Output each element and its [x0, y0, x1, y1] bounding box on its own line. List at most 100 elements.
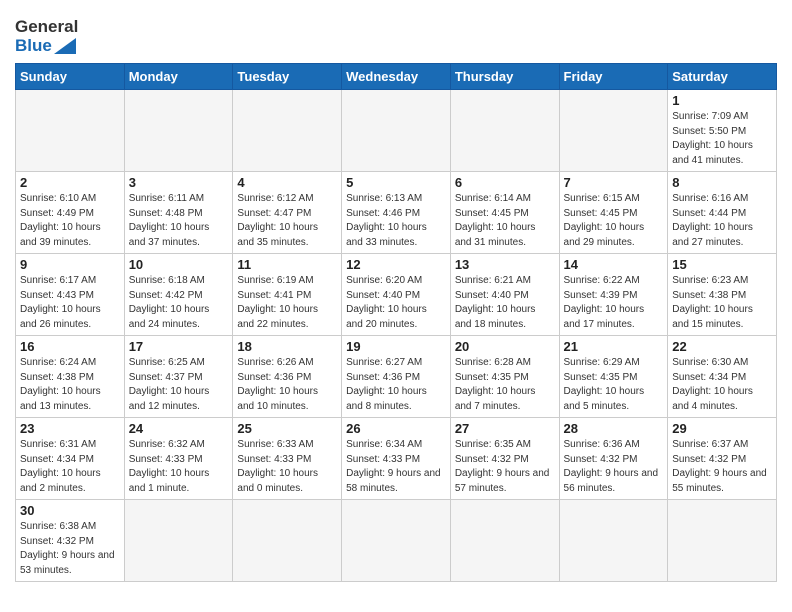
day-number: 7: [564, 175, 664, 190]
day-info: Sunrise: 6:25 AM Sunset: 4:37 PM Dayligh…: [129, 356, 229, 414]
day-info: Sunrise: 7:09 AM Sunset: 5:50 PM Dayligh…: [672, 110, 772, 168]
day-info: Sunrise: 6:37 AM Sunset: 4:32 PM Dayligh…: [672, 438, 772, 496]
day-number: 19: [346, 339, 446, 354]
day-cell: [668, 500, 777, 582]
day-cell: 5 Sunrise: 6:13 AM Sunset: 4:46 PM Daylig…: [342, 172, 451, 254]
day-number: 12: [346, 257, 446, 272]
day-number: 14: [564, 257, 664, 272]
day-cell: 6Sunrise: 6:14 AM Sunset: 4:45 PM Daylig…: [450, 172, 559, 254]
logo-svg: General Blue: [15, 18, 78, 55]
day-number: 10: [129, 257, 229, 272]
day-number: 29: [672, 421, 772, 436]
day-cell: 19 Sunrise: 6:27 AM Sunset: 4:36 PM Dayli…: [342, 336, 451, 418]
day-number: 22: [672, 339, 772, 354]
day-info: Sunrise: 6:28 AM Sunset: 4:35 PM Dayligh…: [455, 356, 555, 414]
day-cell: 18Sunrise: 6:26 AM Sunset: 4:36 PM Dayli…: [233, 336, 342, 418]
day-number: 9: [20, 257, 120, 272]
day-info: Sunrise: 6:19 AM Sunset: 4:41 PM Dayligh…: [237, 274, 337, 332]
page: General Blue SundayMondayTuesdayWednesda…: [0, 0, 792, 597]
day-number: 11: [237, 257, 337, 272]
day-info: Sunrise: 6:31 AM Sunset: 4:34 PM Dayligh…: [20, 438, 120, 496]
day-info: Sunrise: 6:13 AM Sunset: 4:46 PM Dayligh…: [346, 192, 446, 250]
day-cell: [559, 90, 668, 172]
day-info: Sunrise: 6:15 AM Sunset: 4:45 PM Dayligh…: [564, 192, 664, 250]
day-info: Sunrise: 6:21 AM Sunset: 4:40 PM Dayligh…: [455, 274, 555, 332]
day-cell: [450, 90, 559, 172]
day-number: 1: [672, 93, 772, 108]
day-cell: 10 Sunrise: 6:18 AM Sunset: 4:42 PM Dayli…: [124, 254, 233, 336]
day-info: Sunrise: 6:20 AM Sunset: 4:40 PM Dayligh…: [346, 274, 446, 332]
day-cell: 26Sunrise: 6:34 AM Sunset: 4:33 PM Dayli…: [342, 418, 451, 500]
day-cell: 27Sunrise: 6:35 AM Sunset: 4:32 PM Dayli…: [450, 418, 559, 500]
day-cell: 29 Sunrise: 6:37 AM Sunset: 4:32 PM Dayli…: [668, 418, 777, 500]
day-number: 20: [455, 339, 555, 354]
header: General Blue: [15, 10, 777, 55]
weekday-header-monday: Monday: [124, 64, 233, 90]
day-info: Sunrise: 6:16 AM Sunset: 4:44 PM Dayligh…: [672, 192, 772, 250]
day-cell: 17 Sunrise: 6:25 AM Sunset: 4:37 PM Dayli…: [124, 336, 233, 418]
week-row-4: 16 Sunrise: 6:24 AM Sunset: 4:38 PM Dayli…: [16, 336, 777, 418]
day-info: Sunrise: 6:23 AM Sunset: 4:38 PM Dayligh…: [672, 274, 772, 332]
day-cell: [559, 500, 668, 582]
day-cell: 16 Sunrise: 6:24 AM Sunset: 4:38 PM Dayli…: [16, 336, 125, 418]
calendar-table: SundayMondayTuesdayWednesdayThursdayFrid…: [15, 63, 777, 582]
week-row-1: 1 Sunrise: 7:09 AM Sunset: 5:50 PM Daylig…: [16, 90, 777, 172]
day-number: 3: [129, 175, 229, 190]
day-number: 21: [564, 339, 664, 354]
day-cell: [342, 500, 451, 582]
day-cell: 23 Sunrise: 6:31 AM Sunset: 4:34 PM Dayli…: [16, 418, 125, 500]
day-cell: 20 Sunrise: 6:28 AM Sunset: 4:35 PM Dayli…: [450, 336, 559, 418]
day-info: Sunrise: 6:38 AM Sunset: 4:32 PM Dayligh…: [20, 520, 120, 578]
day-number: 8: [672, 175, 772, 190]
day-number: 26: [346, 421, 446, 436]
day-cell: 15 Sunrise: 6:23 AM Sunset: 4:38 PM Dayli…: [668, 254, 777, 336]
day-cell: 4Sunrise: 6:12 AM Sunset: 4:47 PM Daylig…: [233, 172, 342, 254]
day-number: 5: [346, 175, 446, 190]
day-cell: 9 Sunrise: 6:17 AM Sunset: 4:43 PM Daylig…: [16, 254, 125, 336]
day-info: Sunrise: 6:11 AM Sunset: 4:48 PM Dayligh…: [129, 192, 229, 250]
day-info: Sunrise: 6:32 AM Sunset: 4:33 PM Dayligh…: [129, 438, 229, 496]
day-number: 17: [129, 339, 229, 354]
day-cell: 24 Sunrise: 6:32 AM Sunset: 4:33 PM Dayli…: [124, 418, 233, 500]
logo-blue-text: Blue: [15, 37, 52, 56]
day-number: 4: [237, 175, 337, 190]
logo-general: General: [15, 18, 78, 37]
day-cell: 30Sunrise: 6:38 AM Sunset: 4:32 PM Dayli…: [16, 500, 125, 582]
day-info: Sunrise: 6:17 AM Sunset: 4:43 PM Dayligh…: [20, 274, 120, 332]
day-cell: 13 Sunrise: 6:21 AM Sunset: 4:40 PM Dayli…: [450, 254, 559, 336]
weekday-header-row: SundayMondayTuesdayWednesdayThursdayFrid…: [16, 64, 777, 90]
day-info: Sunrise: 6:36 AM Sunset: 4:32 PM Dayligh…: [564, 438, 664, 496]
day-cell: [124, 500, 233, 582]
day-info: Sunrise: 6:29 AM Sunset: 4:35 PM Dayligh…: [564, 356, 664, 414]
day-info: Sunrise: 6:26 AM Sunset: 4:36 PM Dayligh…: [237, 356, 337, 414]
day-cell: 3 Sunrise: 6:11 AM Sunset: 4:48 PM Daylig…: [124, 172, 233, 254]
day-info: Sunrise: 6:35 AM Sunset: 4:32 PM Dayligh…: [455, 438, 555, 496]
day-cell: [16, 90, 125, 172]
day-info: Sunrise: 6:33 AM Sunset: 4:33 PM Dayligh…: [237, 438, 337, 496]
logo-general-text: General: [15, 17, 78, 36]
day-cell: [124, 90, 233, 172]
weekday-header-sunday: Sunday: [16, 64, 125, 90]
day-info: Sunrise: 6:22 AM Sunset: 4:39 PM Dayligh…: [564, 274, 664, 332]
day-info: Sunrise: 6:18 AM Sunset: 4:42 PM Dayligh…: [129, 274, 229, 332]
day-number: 25: [237, 421, 337, 436]
day-info: Sunrise: 6:24 AM Sunset: 4:38 PM Dayligh…: [20, 356, 120, 414]
day-cell: 1 Sunrise: 7:09 AM Sunset: 5:50 PM Daylig…: [668, 90, 777, 172]
week-row-2: 2Sunrise: 6:10 AM Sunset: 4:49 PM Daylig…: [16, 172, 777, 254]
week-row-5: 23 Sunrise: 6:31 AM Sunset: 4:34 PM Dayli…: [16, 418, 777, 500]
day-cell: 8 Sunrise: 6:16 AM Sunset: 4:44 PM Daylig…: [668, 172, 777, 254]
weekday-header-saturday: Saturday: [668, 64, 777, 90]
day-number: 24: [129, 421, 229, 436]
day-cell: 2Sunrise: 6:10 AM Sunset: 4:49 PM Daylig…: [16, 172, 125, 254]
day-number: 15: [672, 257, 772, 272]
day-cell: [233, 500, 342, 582]
day-number: 23: [20, 421, 120, 436]
day-cell: [233, 90, 342, 172]
day-cell: 25 Sunrise: 6:33 AM Sunset: 4:33 PM Dayli…: [233, 418, 342, 500]
weekday-header-thursday: Thursday: [450, 64, 559, 90]
day-cell: 28Sunrise: 6:36 AM Sunset: 4:32 PM Dayli…: [559, 418, 668, 500]
day-info: Sunrise: 6:27 AM Sunset: 4:36 PM Dayligh…: [346, 356, 446, 414]
day-number: 13: [455, 257, 555, 272]
day-cell: 12 Sunrise: 6:20 AM Sunset: 4:40 PM Dayli…: [342, 254, 451, 336]
day-number: 16: [20, 339, 120, 354]
